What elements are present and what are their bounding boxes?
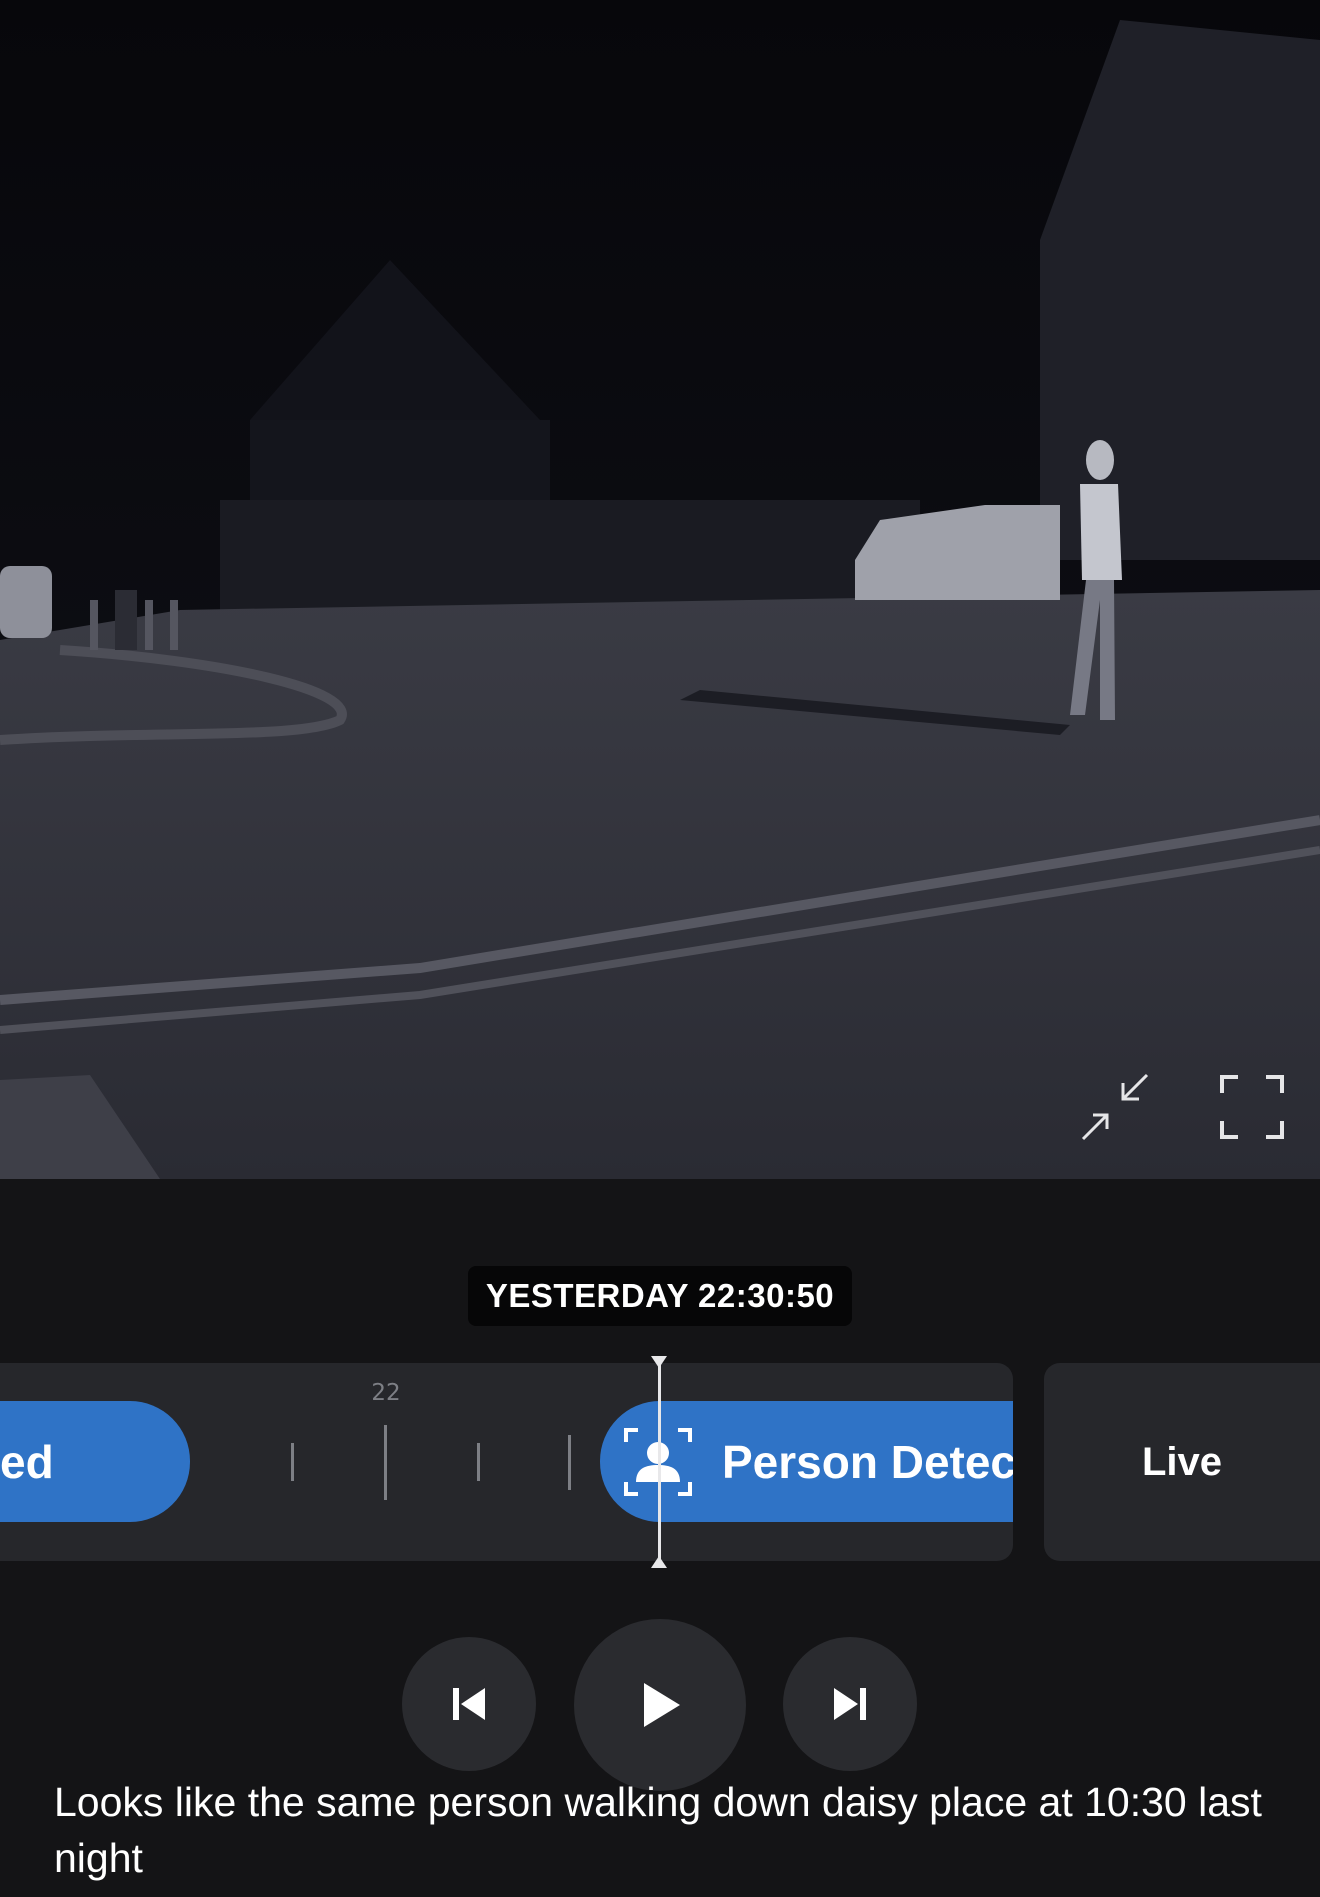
camera-video-feed[interactable]	[0, 0, 1320, 1179]
timeline-tick	[291, 1443, 294, 1481]
post-caption: Looks like the same person walking down …	[54, 1779, 1262, 1881]
playhead-bottom-marker	[651, 1556, 667, 1568]
event-timeline[interactable]: ed 22 Person Detec	[0, 1363, 1013, 1561]
previous-event-label: ed	[0, 1435, 54, 1488]
playhead-top-marker	[651, 1356, 667, 1368]
timeline-hour-label: 22	[371, 1380, 401, 1406]
skip-next-icon	[834, 1688, 866, 1720]
fullscreen-corners-icon	[1220, 1075, 1284, 1139]
play-button[interactable]	[574, 1619, 746, 1791]
timeline-tick	[568, 1435, 571, 1490]
previous-event-chip[interactable]: ed	[0, 1401, 190, 1522]
person-detected-event-chip[interactable]: Person Detec	[600, 1401, 1013, 1522]
playback-timestamp: YESTERDAY 22:30:50	[468, 1266, 852, 1326]
exit-fullscreen-arrows-icon	[1081, 1073, 1149, 1141]
skip-previous-icon	[453, 1688, 485, 1720]
live-button[interactable]: Live	[1044, 1363, 1320, 1561]
current-event-label: Person Detec	[722, 1435, 1013, 1488]
night-street-scene	[0, 0, 1320, 1179]
exit-fullscreen-button[interactable]	[1075, 1067, 1155, 1147]
timeline-playhead[interactable]	[658, 1356, 661, 1568]
timeline-tick	[477, 1443, 480, 1481]
skip-next-button[interactable]	[783, 1637, 917, 1771]
play-icon	[644, 1683, 680, 1727]
timeline-tick-hour	[384, 1425, 387, 1500]
fullscreen-button[interactable]	[1212, 1067, 1292, 1147]
skip-previous-button[interactable]	[402, 1637, 536, 1771]
